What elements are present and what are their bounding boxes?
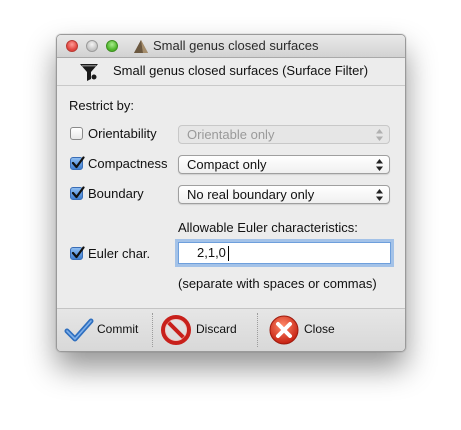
filter-header: Small genus closed surfaces (Surface Fil… (57, 58, 405, 86)
surface-filter-window: Small genus closed surfaces Small genus … (56, 34, 406, 352)
window-title: Small genus closed surfaces (153, 38, 319, 53)
button-divider (257, 313, 258, 347)
euler-hint: (separate with spaces or commas) (178, 276, 377, 291)
select-arrows-icon (376, 189, 383, 201)
euler-caption: Allowable Euler characteristics: (178, 220, 358, 235)
orientability-checkbox[interactable] (70, 127, 83, 140)
button-bar: Commit Discard Close (57, 308, 405, 351)
close-label: Close (304, 322, 335, 336)
boundary-select[interactable]: No real boundary only (178, 185, 390, 204)
euler-checkbox[interactable] (70, 246, 85, 260)
orientability-select-value: Orientable only (187, 127, 275, 142)
window-close-button[interactable] (66, 40, 78, 52)
window-zoom-button[interactable] (106, 40, 118, 52)
no-entry-icon (161, 315, 191, 345)
checkmark-icon (64, 318, 94, 342)
text-caret (228, 246, 229, 261)
boundary-label[interactable]: Boundary (88, 186, 144, 201)
discard-button[interactable]: Discard (160, 314, 244, 346)
title-bar[interactable]: Small genus closed surfaces (57, 35, 405, 58)
restrict-by-label: Restrict by: (69, 98, 135, 113)
commit-button[interactable]: Commit (63, 314, 143, 346)
regina-app-icon (134, 40, 148, 53)
funnel-filter-icon (80, 64, 98, 81)
select-arrows-icon (376, 159, 383, 171)
compactness-select-value: Compact only (187, 157, 267, 172)
close-button[interactable]: Close (268, 314, 338, 346)
window-minimize-button[interactable] (86, 40, 98, 52)
filter-header-title: Small genus closed surfaces (Surface Fil… (113, 63, 369, 78)
compactness-label[interactable]: Compactness (88, 156, 167, 171)
commit-label: Commit (97, 322, 139, 336)
checkmark-icon (71, 156, 85, 169)
orientability-label[interactable]: Orientability (88, 126, 157, 141)
checkmark-icon (71, 186, 85, 199)
discard-label: Discard (196, 322, 237, 336)
euler-char-input[interactable]: 2,1,0 (178, 242, 391, 264)
compactness-checkbox[interactable] (70, 156, 85, 170)
close-icon (269, 315, 299, 345)
select-arrows-icon (376, 129, 383, 141)
compactness-select[interactable]: Compact only (178, 155, 390, 174)
orientability-select[interactable]: Orientable only (178, 125, 390, 144)
boundary-select-value: No real boundary only (187, 187, 315, 202)
button-divider (152, 313, 153, 347)
euler-char-value: 2,1,0 (197, 245, 226, 260)
boundary-checkbox[interactable] (70, 186, 85, 200)
checkmark-icon (71, 246, 85, 259)
euler-label[interactable]: Euler char. (88, 246, 150, 261)
